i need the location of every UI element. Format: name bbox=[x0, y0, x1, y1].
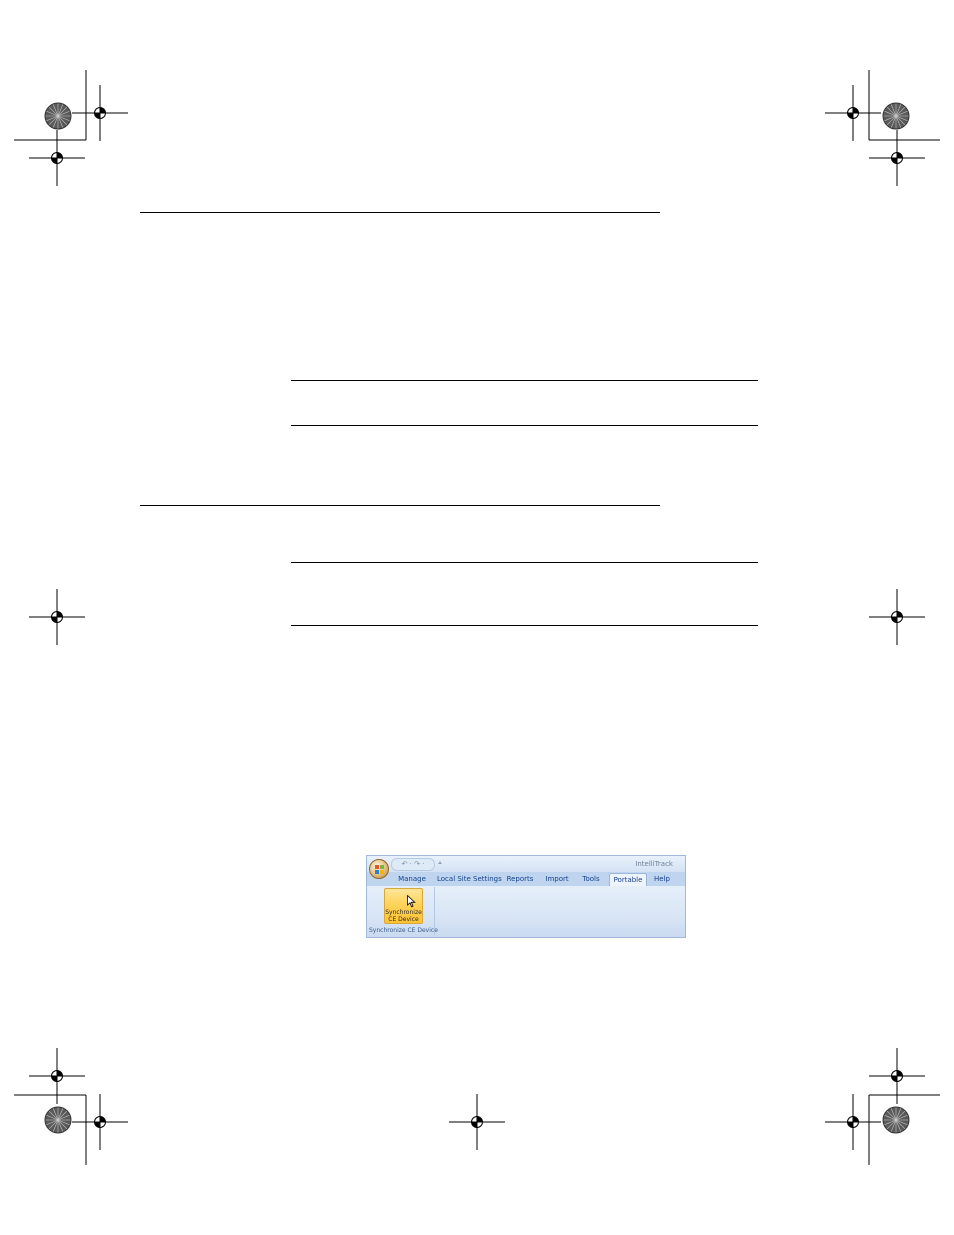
tab-portable[interactable]: Portable bbox=[609, 873, 647, 886]
registration-starburst-icon bbox=[44, 1106, 72, 1134]
tab-tools[interactable]: Tools bbox=[578, 873, 604, 886]
ribbon-screenshot: ↶ · ↷ · ⩡ IntelliTrack Manage Local Site… bbox=[366, 855, 686, 938]
ribbon-body: Synchronize CE Device Synchronize CE Dev… bbox=[367, 886, 685, 937]
registration-cross-icon bbox=[448, 1093, 506, 1151]
quick-access-customize-icon[interactable]: ⩡ bbox=[438, 858, 442, 868]
note-rule-top bbox=[291, 562, 758, 563]
mouse-cursor-icon bbox=[407, 895, 416, 908]
tab-import[interactable]: Import bbox=[543, 873, 571, 886]
registration-cross-icon bbox=[71, 1093, 129, 1151]
tab-manage[interactable]: Manage bbox=[397, 873, 427, 886]
registration-cross-icon bbox=[28, 588, 86, 646]
office-button[interactable] bbox=[369, 859, 389, 879]
registration-cross-icon bbox=[868, 129, 926, 187]
registration-starburst-icon bbox=[44, 102, 72, 130]
section-rule bbox=[140, 505, 660, 506]
note-rule-top bbox=[291, 380, 758, 381]
registration-cross-icon bbox=[824, 84, 882, 142]
registration-starburst-icon bbox=[882, 1106, 910, 1134]
app-title: IntelliTrack bbox=[635, 860, 673, 868]
note-rule-bottom bbox=[291, 625, 758, 626]
printer-marks bbox=[14, 70, 940, 1165]
registration-cross-icon bbox=[868, 588, 926, 646]
registration-cross-icon bbox=[868, 1047, 926, 1105]
tab-reports[interactable]: Reports bbox=[505, 873, 535, 886]
tab-help[interactable]: Help bbox=[650, 873, 674, 886]
group-synchronize-ce-device: Synchronize CE Device Synchronize CE Dev… bbox=[369, 887, 438, 935]
registration-cross-icon bbox=[71, 84, 129, 142]
tab-local-site-settings[interactable]: Local Site Settings bbox=[437, 873, 502, 886]
office-logo-icon bbox=[375, 865, 384, 874]
synchronize-button-label-line1: Synchronize bbox=[385, 909, 422, 916]
registration-cross-icon bbox=[28, 129, 86, 187]
registration-starburst-icon bbox=[882, 102, 910, 130]
quick-access-toolbar[interactable]: ↶ · ↷ · bbox=[391, 858, 435, 871]
undo-redo-icons[interactable]: ↶ · ↷ · bbox=[402, 860, 425, 868]
section-rule bbox=[140, 212, 660, 213]
synchronize-ce-device-button[interactable]: Synchronize CE Device bbox=[384, 888, 423, 924]
note-rule-bottom bbox=[291, 425, 758, 426]
synchronize-button-label-line2: CE Device bbox=[388, 916, 419, 923]
ribbon-tabs: Manage Local Site Settings Reports Impor… bbox=[367, 872, 685, 886]
registration-cross-icon bbox=[824, 1093, 882, 1151]
ribbon-titlebar: ↶ · ↷ · ⩡ IntelliTrack bbox=[367, 856, 685, 872]
group-label: Synchronize CE Device bbox=[369, 927, 438, 934]
registration-cross-icon bbox=[28, 1047, 86, 1105]
